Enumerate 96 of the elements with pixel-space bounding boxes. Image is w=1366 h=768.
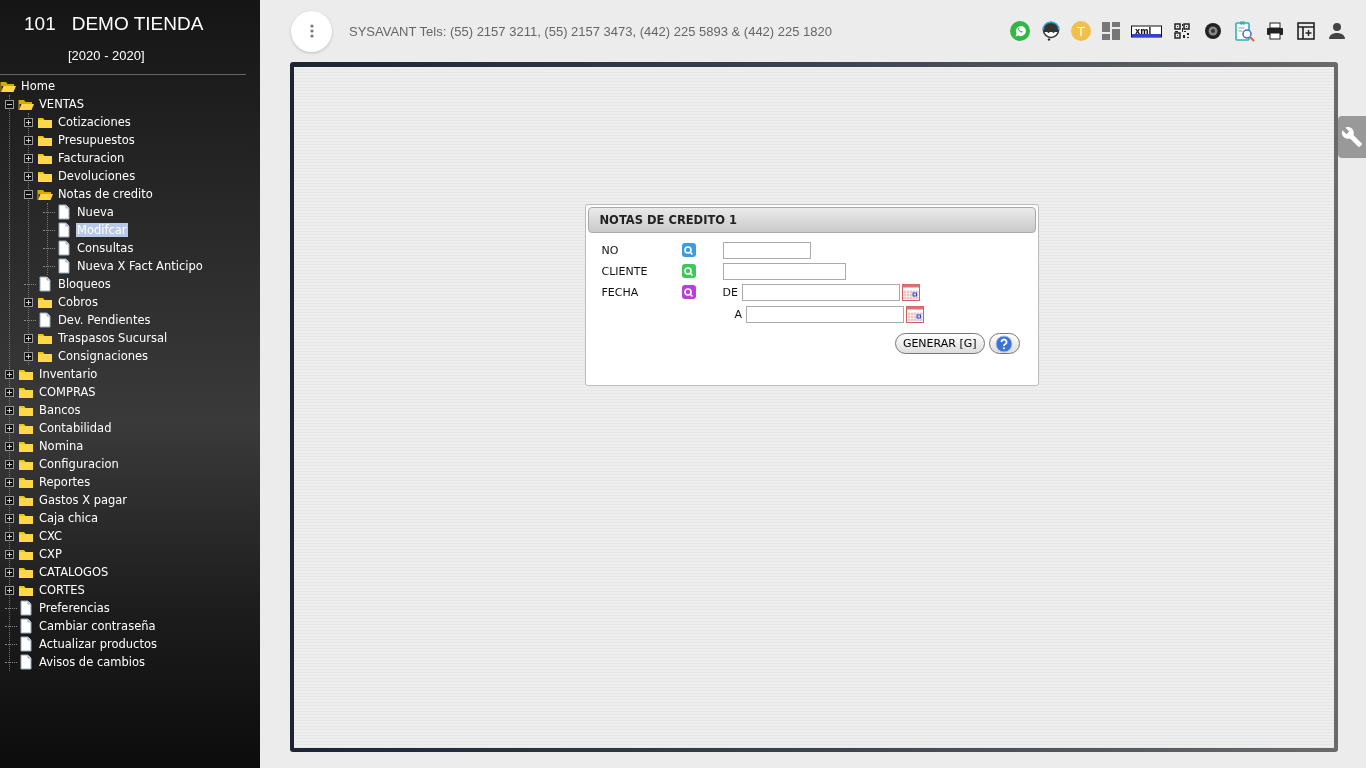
expand-icon[interactable] (24, 297, 33, 307)
page-icon (37, 312, 53, 328)
calendar-icon[interactable] (901, 284, 920, 301)
tree-item[interactable]: Consultas (76, 241, 135, 255)
tree-item[interactable]: Gastos X pagar (38, 493, 129, 507)
expand-icon[interactable] (5, 531, 14, 541)
tree-item[interactable]: CXC (38, 529, 64, 543)
page-icon (18, 618, 34, 634)
tree-item[interactable]: Nueva X Fact Anticipo (76, 259, 204, 273)
tree-item[interactable]: Facturacion (57, 151, 126, 165)
field-label: CLIENTE (601, 265, 649, 278)
expand-icon[interactable] (5, 387, 14, 397)
tree-item[interactable]: Caja chica (38, 511, 100, 525)
more-vertical-icon (309, 24, 314, 38)
search-icon[interactable] (681, 285, 696, 299)
expand-icon[interactable] (24, 135, 33, 145)
expand-icon[interactable] (5, 513, 14, 523)
tree-item[interactable]: Cobros (57, 295, 99, 309)
printer-icon[interactable] (1264, 20, 1286, 42)
company-number: 101 (24, 13, 56, 35)
tree-item[interactable]: Home (20, 79, 56, 93)
tree-item[interactable]: Dev. Pendientes (57, 313, 152, 327)
dialog-title: NOTAS DE CREDITO 1 (599, 213, 738, 227)
expand-icon[interactable] (5, 423, 14, 433)
tree-item[interactable]: Nueva (76, 205, 115, 219)
expand-icon[interactable] (5, 441, 14, 451)
help-button[interactable] (988, 333, 1020, 354)
table-add-icon[interactable] (1295, 20, 1317, 42)
input-field[interactable] (722, 263, 846, 280)
expand-icon[interactable] (5, 495, 14, 505)
tree-item[interactable]: Cotizaciones (57, 115, 132, 129)
expand-icon[interactable] (24, 117, 33, 127)
tree-item[interactable]: Configuracion (38, 457, 120, 471)
expand-icon[interactable] (5, 459, 14, 469)
tree-item[interactable]: Bancos (38, 403, 82, 417)
input-field[interactable] (741, 284, 900, 301)
expand-icon[interactable] (5, 585, 14, 595)
tree-item[interactable]: Contabilidad (38, 421, 113, 435)
tree-item[interactable]: Consignaciones (57, 349, 150, 363)
field-label: FECHA (601, 286, 640, 299)
page-icon (18, 636, 34, 652)
expand-icon[interactable] (5, 405, 14, 415)
user-icon[interactable] (1326, 20, 1348, 42)
tree-item[interactable]: Actualizar productos (38, 637, 158, 651)
contact-info: SYSAVANT Tels: (55) 2157 3211, (55) 2157 3473, (442) 225 5893 & (442) 225 1820 (349, 23, 833, 39)
page-icon (56, 258, 72, 274)
tree-item[interactable]: Devoluciones (57, 169, 137, 183)
tree-item[interactable]: CXP (38, 547, 63, 561)
generate-button[interactable]: GENERAR [G] (894, 333, 985, 354)
expand-icon[interactable] (24, 171, 33, 181)
tree-item[interactable]: Preferencias (38, 601, 111, 615)
expand-icon[interactable] (24, 153, 33, 163)
dashboard-icon[interactable] (1100, 20, 1122, 42)
wrench-icon (1341, 126, 1363, 148)
tree-item[interactable]: Avisos de cambios (38, 655, 146, 669)
expand-icon[interactable] (24, 333, 33, 343)
tire-icon[interactable] (1202, 20, 1224, 42)
tree-item[interactable]: CORTES (38, 583, 86, 597)
tree-item[interactable]: COMPRAS (38, 385, 97, 399)
headset-avatar-icon[interactable] (1040, 20, 1062, 42)
expand-icon[interactable] (5, 549, 14, 559)
whatsapp-icon[interactable] (1009, 20, 1031, 42)
wrench-tab[interactable] (1338, 116, 1366, 158)
tree-item[interactable]: VENTAS (38, 97, 86, 111)
field-label: NO (601, 244, 620, 257)
range-label: A (734, 308, 743, 321)
calendar-icon[interactable] (906, 306, 925, 323)
input-field[interactable] (746, 306, 905, 323)
page-icon (56, 204, 72, 220)
period-label: [2020 - 2020] (0, 35, 246, 75)
collapse-icon[interactable] (5, 99, 14, 109)
expand-icon[interactable] (5, 477, 14, 487)
page-icon (56, 222, 72, 238)
tree-item[interactable]: Nomina (38, 439, 85, 453)
clipboard-search-icon[interactable] (1233, 20, 1255, 42)
range-label: DE (722, 286, 738, 299)
page-icon (56, 240, 72, 256)
search-icon[interactable] (681, 243, 696, 257)
tree-item[interactable]: Inventario (38, 367, 99, 381)
input-field[interactable] (722, 242, 811, 259)
tree-item[interactable]: Bloqueos (57, 277, 112, 291)
tree-item[interactable]: Presupuestos (57, 133, 136, 147)
page-icon (18, 600, 34, 616)
tree-item[interactable]: CATALOGOS (38, 565, 110, 579)
tree-item[interactable]: Reportes (38, 475, 92, 489)
page-icon (37, 276, 53, 292)
company-name: DEMO TIENDA (71, 13, 204, 35)
page-icon (18, 654, 34, 670)
expand-icon[interactable] (24, 351, 33, 361)
expand-icon[interactable] (5, 369, 14, 379)
expand-icon[interactable] (5, 567, 14, 577)
qr-code-icon[interactable] (1171, 20, 1193, 42)
tree-item[interactable]: Notas de credito (57, 187, 154, 201)
tree-item[interactable]: Traspasos Sucursal (57, 331, 169, 345)
collapse-icon[interactable] (24, 189, 33, 199)
tree-item[interactable]: Cambiar contraseña (38, 619, 157, 633)
